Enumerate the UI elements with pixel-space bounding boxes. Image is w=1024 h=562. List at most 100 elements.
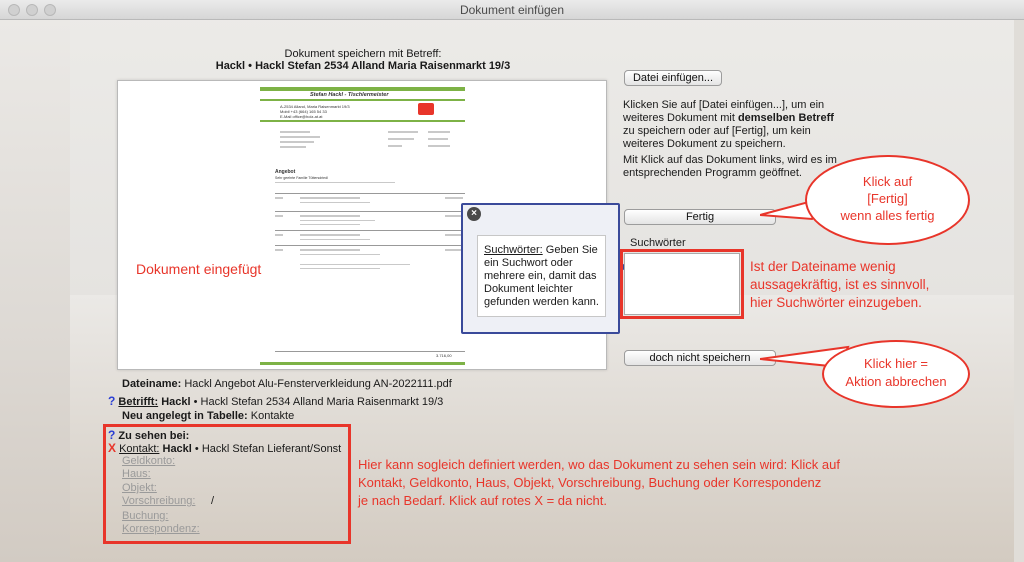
keywords-note-line-1: Ist der Dateiname wenig	[750, 259, 896, 274]
doc-line	[280, 141, 314, 143]
doc-line	[428, 145, 450, 147]
table-row: Neu angelegt in Tabelle: Kontakte	[122, 410, 294, 422]
geldkonto-link[interactable]: Geldkonto:	[122, 455, 175, 467]
instructions-text: Klicken Sie auf [Datei einfügen...], um …	[623, 99, 843, 151]
doc-header-rule	[260, 120, 465, 122]
subject-title: Hackl • Hackl Stefan 2534 Alland Maria R…	[215, 60, 511, 72]
kontakt-link[interactable]: Kontakt:	[119, 443, 159, 455]
doc-line	[388, 131, 418, 133]
doc-table-rule	[275, 193, 465, 194]
doc-line	[300, 224, 360, 225]
done-callout-line-1: Klick auf	[862, 174, 913, 189]
doc-top-rule	[260, 99, 465, 101]
doc-line	[300, 254, 380, 255]
kontakt-bold: Hackl	[162, 443, 192, 455]
document-page: Stefan Hackl - Tischlermeister A-2534 Al…	[260, 87, 465, 365]
table-value: Kontakte	[250, 410, 295, 422]
visibility-note-line-1: Hier kann sogleich definiert werden, wo …	[358, 457, 840, 472]
doc-line	[300, 239, 370, 240]
doc-line	[300, 197, 360, 199]
keywords-note-line-2: aussagekräftig, ist es sinnvoll,	[750, 277, 930, 292]
done-button[interactable]: Fertig	[624, 209, 776, 225]
instructions-bold: demselben Betreff	[737, 112, 834, 124]
doc-line	[280, 146, 306, 148]
doc-line	[280, 136, 320, 138]
help-icon[interactable]: ?	[108, 428, 115, 442]
subject-row: ? Betrifft: Hackl • Hackl Stefan 2534 Al…	[108, 394, 443, 408]
doc-line	[275, 249, 283, 251]
subject-label[interactable]: Betrifft:	[118, 396, 158, 408]
keywords-note-line-3: hier Suchwörter einzugeben.	[750, 295, 922, 310]
dont-save-button[interactable]: doch nicht speichern	[624, 350, 776, 366]
doc-line	[300, 268, 380, 269]
doc-line	[428, 131, 450, 133]
keywords-note: Ist der Dateiname wenig aussagekräftig, …	[750, 258, 980, 312]
doc-greeting: Sehr geehrte Familie Tüttersdriedl	[275, 176, 328, 180]
subject-bold: Hackl	[161, 396, 191, 408]
close-window-icon[interactable]	[8, 4, 20, 16]
doc-footer-bar	[260, 362, 465, 365]
remove-x-icon[interactable]: X	[108, 441, 116, 455]
doc-line	[275, 197, 283, 199]
doc-address-3: E-Mail office@holz-at.at	[280, 114, 323, 119]
tooltip-content: Suchwörter: Geben Sie ein Suchwort oder …	[477, 235, 606, 317]
doc-line	[300, 202, 370, 203]
visibility-note: Hier kann sogleich definiert werden, wo …	[358, 456, 958, 510]
doc-total-rule	[275, 351, 465, 352]
doc-total: 3.716,00	[436, 353, 452, 358]
cancel-callout: Klick hier = Aktion abbrechen	[822, 340, 970, 408]
doc-line	[300, 249, 360, 251]
doc-line	[280, 131, 310, 133]
doc-title: Angebot	[275, 169, 296, 175]
doc-line	[300, 215, 360, 217]
visibility-note-line-2: Kontakt, Geldkonto, Haus, Objekt, Vorsch…	[358, 475, 822, 490]
visibility-note-line-3: je nach Bedarf. Klick auf rotes X = da n…	[358, 493, 607, 508]
kontakt-rest: • Hackl Stefan Lieferant/Sonst	[194, 443, 342, 455]
done-callout-line-2: [Fertig]	[867, 191, 908, 206]
doc-line	[300, 264, 410, 265]
doc-line	[428, 138, 448, 140]
right-edge	[1014, 20, 1024, 562]
haus-link[interactable]: Haus:	[122, 468, 151, 480]
objekt-link[interactable]: Objekt:	[122, 482, 157, 494]
window-title: Dokument einfügen	[459, 3, 565, 17]
minimize-window-icon[interactable]	[26, 4, 38, 16]
instructions-part-2: zu speichern oder auf [Fertig], um kein …	[623, 125, 811, 150]
title-bar: Dokument einfügen	[0, 0, 1024, 20]
subject-caption: Dokument speichern mit Betreff:	[284, 48, 442, 60]
dialog-window: Dokument einfügen Dokument speichern mit…	[0, 0, 1024, 562]
buchung-link[interactable]: Buchung:	[122, 510, 168, 522]
doc-line	[300, 220, 375, 221]
vorschreibung-value: /	[211, 495, 215, 507]
doc-line	[388, 145, 402, 147]
close-icon[interactable]: ×	[467, 207, 481, 221]
doc-line	[275, 215, 283, 217]
doc-line	[300, 234, 360, 236]
vorschreibung-link[interactable]: Vorschreibung:	[122, 495, 195, 507]
filename-value: Hackl Angebot Alu-Fensterverkleidung AN-…	[184, 378, 452, 390]
visible-at-row: ? Zu sehen bei:	[108, 428, 189, 442]
zoom-window-icon[interactable]	[44, 4, 56, 16]
insert-file-button[interactable]: Datei einfügen...	[624, 70, 722, 86]
cancel-callout-line-2: Aktion abbrechen	[845, 374, 947, 389]
table-label: Neu angelegt in Tabelle:	[122, 410, 248, 422]
kontakt-row: X Kontakt: Hackl • Hackl Stefan Lieferan…	[108, 441, 341, 455]
logo-icon	[418, 103, 434, 115]
filename-label: Dateiname:	[122, 378, 182, 390]
document-inserted-label: Dokument eingefügt	[136, 261, 262, 277]
korrespondenz-link[interactable]: Korrespondenz:	[122, 523, 200, 535]
doc-table-rule	[275, 230, 465, 231]
help-icon[interactable]: ?	[108, 394, 115, 408]
doc-line	[445, 197, 463, 199]
filename-row: Dateiname: Hackl Angebot Alu-Fensterverk…	[122, 378, 452, 390]
left-margin	[0, 20, 70, 562]
doc-top-bar	[260, 87, 465, 91]
done-callout-line-3: wenn alles fertig	[840, 208, 935, 223]
suchwoerter-tooltip: × Suchwörter: Geben Sie ein Suchwort ode…	[461, 203, 620, 334]
doc-table-rule	[275, 211, 465, 212]
subject-rest: • Hackl Stefan 2534 Alland Maria Raisenm…	[193, 396, 444, 408]
doc-line	[275, 234, 283, 236]
tooltip-term: Suchwörter:	[484, 244, 543, 256]
search-highlight	[620, 249, 744, 319]
cancel-callout-line-1: Klick hier =	[864, 356, 928, 371]
